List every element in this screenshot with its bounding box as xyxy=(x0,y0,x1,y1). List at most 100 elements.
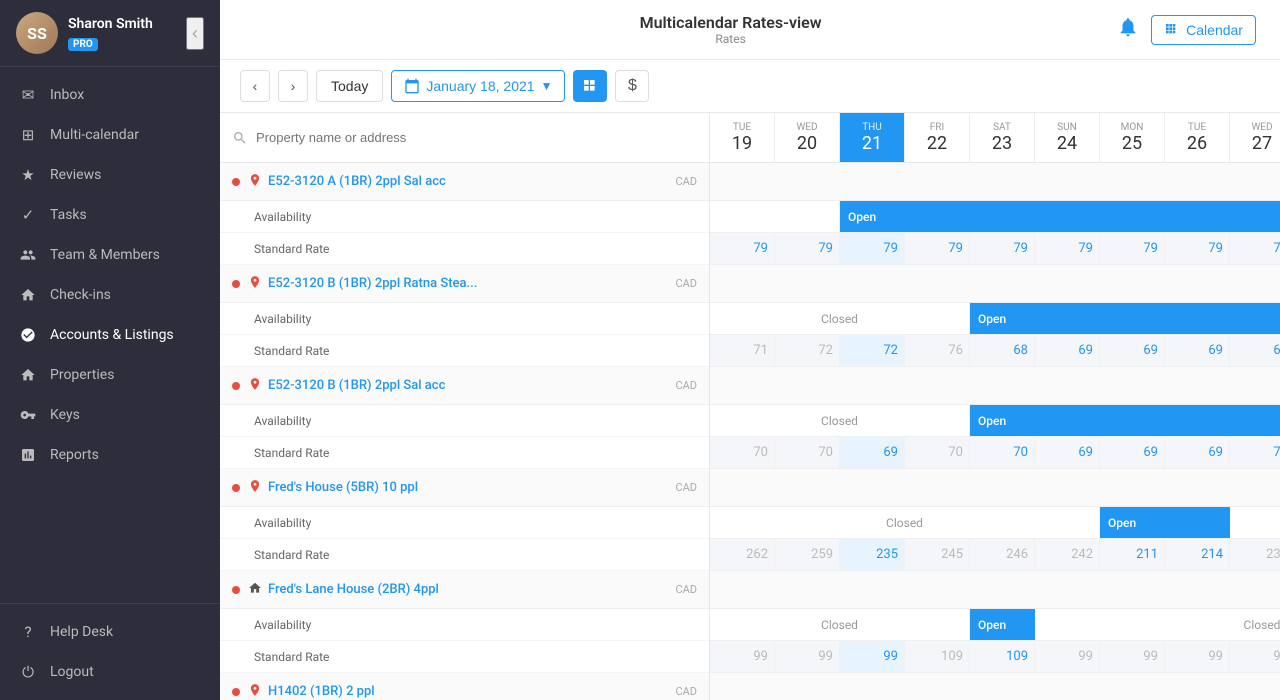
rate-cell[interactable]: 79 xyxy=(970,233,1035,264)
rate-cell[interactable]: 69 xyxy=(1165,335,1230,366)
property-spacer xyxy=(710,673,1280,700)
rate-cell[interactable]: 71 xyxy=(710,335,775,366)
availability-cell[interactable]: Closed xyxy=(1035,609,1280,640)
property-header-row[interactable]: E52-3120 B (1BR) 2ppl Ratna Stea... CAD xyxy=(220,265,709,303)
rate-cell[interactable]: 242 xyxy=(1035,539,1100,570)
sidebar-item-keys[interactable]: Keys xyxy=(0,395,220,435)
rate-cell[interactable]: 99 xyxy=(775,641,840,672)
rate-cell[interactable]: 109 xyxy=(970,641,1035,672)
property-name[interactable]: E52-3120 B (1BR) 2ppl Sal acc xyxy=(268,378,675,393)
rate-cell[interactable]: 79 xyxy=(840,233,905,264)
sidebar-item-accounts-listings[interactable]: Accounts & Listings xyxy=(0,315,220,355)
rate-cell[interactable]: 71 xyxy=(1230,437,1280,468)
rate-cell[interactable]: 69 xyxy=(1165,437,1230,468)
rate-cell[interactable]: 262 xyxy=(710,539,775,570)
rate-cell[interactable]: 214 xyxy=(1165,539,1230,570)
rate-cell[interactable]: 99 xyxy=(1100,641,1165,672)
rate-cell[interactable]: 69 xyxy=(1100,437,1165,468)
date-header-cell: TUE26 xyxy=(1165,113,1230,162)
sidebar-item-logout[interactable]: ⏻ Logout xyxy=(0,652,220,692)
rate-cell[interactable]: 69 xyxy=(1035,437,1100,468)
property-header-row[interactable]: E52-3120 B (1BR) 2ppl Sal acc CAD xyxy=(220,367,709,405)
rate-cell[interactable]: 99 xyxy=(840,641,905,672)
sidebar-item-label: Reports xyxy=(50,447,99,463)
rate-cell[interactable]: 76 xyxy=(905,335,970,366)
property-header-row[interactable]: Fred's House (5BR) 10 ppl CAD xyxy=(220,469,709,507)
rate-cell[interactable]: 70 xyxy=(970,437,1035,468)
rate-cell[interactable]: 259 xyxy=(775,539,840,570)
property-name[interactable]: Fred's Lane House (2BR) 4ppl xyxy=(268,582,675,597)
availability-cell[interactable]: Open xyxy=(970,303,1280,334)
availability-cell[interactable]: Open xyxy=(970,609,1035,640)
sidebar-collapse-button[interactable]: ‹ xyxy=(186,17,204,50)
today-button[interactable]: Today xyxy=(316,70,383,102)
next-button[interactable]: › xyxy=(278,70,308,102)
rate-cell[interactable]: 235 xyxy=(1230,539,1280,570)
property-header-row[interactable]: H1402 (1BR) 2 ppl CAD xyxy=(220,673,709,700)
rate-cell[interactable]: 69 xyxy=(1035,335,1100,366)
sidebar-item-team-members[interactable]: Team & Members xyxy=(0,235,220,275)
property-name[interactable]: Fred's House (5BR) 10 ppl xyxy=(268,480,675,495)
rate-cell[interactable]: 72 xyxy=(775,335,840,366)
day-number: 23 xyxy=(992,133,1012,154)
rate-cell[interactable]: 79 xyxy=(710,233,775,264)
rate-cell[interactable]: 235 xyxy=(840,539,905,570)
rate-cell[interactable]: 99 xyxy=(1035,641,1100,672)
property-header-row[interactable]: Fred's Lane House (2BR) 4ppl CAD xyxy=(220,571,709,609)
rate-cell[interactable]: 79 xyxy=(1230,233,1280,264)
rate-cell[interactable]: 99 xyxy=(1165,641,1230,672)
property-name[interactable]: E52-3120 B (1BR) 2ppl Ratna Stea... xyxy=(268,276,675,291)
rate-cell[interactable]: 79 xyxy=(1035,233,1100,264)
rate-cell[interactable]: 246 xyxy=(970,539,1035,570)
sidebar-item-tasks[interactable]: ✓ Tasks xyxy=(0,195,220,235)
sidebar-item-reports[interactable]: Reports xyxy=(0,435,220,475)
rates-view-button[interactable]: $ xyxy=(615,70,649,102)
calendar-view-button[interactable]: Calendar xyxy=(1151,15,1256,45)
rate-cell[interactable]: 79 xyxy=(905,233,970,264)
property-name[interactable]: H1402 (1BR) 2 ppl xyxy=(268,684,675,699)
availability-cell[interactable]: Closed xyxy=(710,609,970,640)
availability-cell[interactable]: Closed xyxy=(710,405,970,436)
rate-cell[interactable]: 69 xyxy=(840,437,905,468)
notifications-button[interactable] xyxy=(1117,16,1139,44)
date-picker-button[interactable]: January 18, 2021 ▼ xyxy=(391,70,565,102)
availability-cell[interactable]: Open xyxy=(1100,507,1230,538)
search-input[interactable] xyxy=(256,130,697,145)
sidebar-item-help-desk[interactable]: ? Help Desk xyxy=(0,612,220,652)
rate-cell[interactable]: 69 xyxy=(1100,335,1165,366)
rate-cell[interactable]: 109 xyxy=(905,641,970,672)
rate-cell[interactable]: 70 xyxy=(905,437,970,468)
rate-cell[interactable]: 79 xyxy=(1165,233,1230,264)
rate-cell[interactable]: 99 xyxy=(1230,641,1280,672)
rate-cell[interactable]: 245 xyxy=(905,539,970,570)
sidebar-item-multi-calendar[interactable]: ⊞ Multi-calendar xyxy=(0,115,220,155)
sidebar-item-check-ins[interactable]: Check-ins xyxy=(0,275,220,315)
availability-cell[interactable]: Open xyxy=(970,405,1280,436)
sidebar-item-reviews[interactable]: ★ Reviews xyxy=(0,155,220,195)
rate-cell[interactable]: 99 xyxy=(710,641,775,672)
rate-cell[interactable]: 68 xyxy=(970,335,1035,366)
sidebar-item-properties[interactable]: Properties xyxy=(0,355,220,395)
rate-cell[interactable]: 211 xyxy=(1100,539,1165,570)
property-name[interactable]: E52-3120 A (1BR) 2ppl Sal acc xyxy=(268,174,675,189)
rate-cell[interactable]: 72 xyxy=(840,335,905,366)
availability-label: Availability xyxy=(254,414,311,428)
grid-view-button[interactable] xyxy=(573,70,607,102)
availability-cell[interactable]: Closed xyxy=(710,303,970,334)
availability-cell[interactable] xyxy=(710,201,840,232)
page-title: Multicalendar Rates-view xyxy=(640,13,822,32)
avatar: SS xyxy=(16,12,58,54)
rate-cell[interactable]: 79 xyxy=(1100,233,1165,264)
availability-cell[interactable]: Open xyxy=(840,201,1280,232)
availability-cell[interactable]: Closed xyxy=(1230,507,1280,538)
currency-spacer xyxy=(1264,673,1280,700)
rate-cell[interactable]: 79 xyxy=(775,233,840,264)
sidebar-item-inbox[interactable]: ✉ Inbox xyxy=(0,75,220,115)
rate-cell[interactable]: 70 xyxy=(710,437,775,468)
availability-cell[interactable]: Closed xyxy=(710,507,1100,538)
rate-cell[interactable]: 70 xyxy=(775,437,840,468)
prev-button[interactable]: ‹ xyxy=(240,70,270,102)
property-header-row[interactable]: E52-3120 A (1BR) 2ppl Sal acc CAD xyxy=(220,163,709,201)
rate-cell[interactable]: 69 xyxy=(1230,335,1280,366)
date-header-cell: MON25 xyxy=(1100,113,1165,162)
